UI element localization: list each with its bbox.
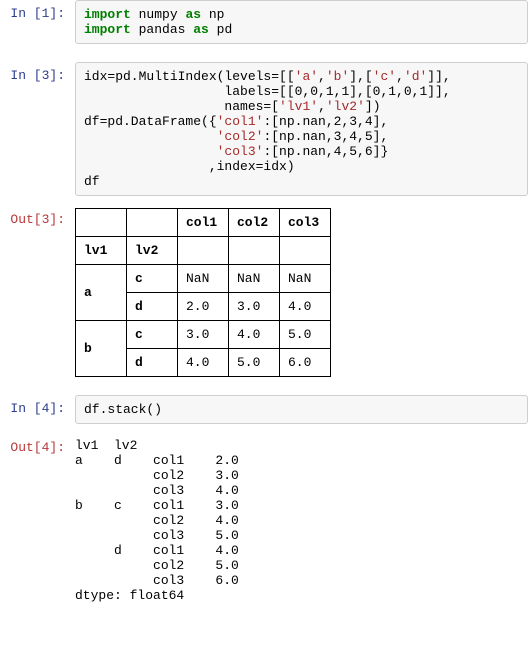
th-col1: col1 bbox=[178, 209, 229, 237]
code-frag: :[np.nan,2,3,4], bbox=[263, 114, 388, 129]
idx-lv2: d bbox=[127, 349, 178, 377]
cell-out-3-content: col1 col2 col3 lv1 lv2 a c NaN NaN NaN d… bbox=[75, 206, 528, 377]
code-frag: :[np.nan,3,4,5], bbox=[263, 129, 388, 144]
th-blank bbox=[178, 237, 229, 265]
code-frag: names=[ bbox=[84, 99, 279, 114]
cell-val: NaN bbox=[229, 265, 280, 293]
str: 'c' bbox=[373, 69, 396, 84]
code-frag: idx=pd.MultiIndex(levels=[[ bbox=[84, 69, 295, 84]
cell-val: 4.0 bbox=[178, 349, 229, 377]
code-frag: df bbox=[84, 174, 100, 189]
th-blank bbox=[127, 209, 178, 237]
cell-val: 6.0 bbox=[280, 349, 331, 377]
cell-in-3: In [3]: idx=pd.MultiIndex(levels=[['a','… bbox=[0, 62, 528, 196]
code-box-4[interactable]: df.stack() bbox=[75, 395, 528, 424]
code-box-1[interactable]: import numpy as np import pandas as pd bbox=[75, 0, 528, 44]
th-col2: col2 bbox=[229, 209, 280, 237]
str: 'd' bbox=[404, 69, 427, 84]
cell-out-4: Out[4]: lv1 lv2 a d col1 2.0 col2 3.0 co… bbox=[0, 434, 528, 603]
cell-in-3-content: idx=pd.MultiIndex(levels=[['a','b'],['c'… bbox=[75, 62, 528, 196]
th-lv2: lv2 bbox=[127, 237, 178, 265]
prompt-in-3: In [3]: bbox=[0, 62, 75, 83]
str: 'col3' bbox=[217, 144, 264, 159]
cell-val: 2.0 bbox=[178, 293, 229, 321]
mod-pandas: pandas bbox=[139, 22, 186, 37]
str: 'col1' bbox=[217, 114, 264, 129]
cell-in-1-content: import numpy as np import pandas as pd bbox=[75, 0, 528, 44]
code-frag: , bbox=[318, 99, 326, 114]
prompt-in-1: In [1]: bbox=[0, 0, 75, 21]
mod-numpy: numpy bbox=[139, 7, 178, 22]
table-row: col1 col2 col3 bbox=[76, 209, 331, 237]
keyword-as: as bbox=[193, 22, 209, 37]
idx-lv2: c bbox=[127, 265, 178, 293]
keyword-import: import bbox=[84, 22, 131, 37]
cell-val: NaN bbox=[280, 265, 331, 293]
cell-out-4-content: lv1 lv2 a d col1 2.0 col2 3.0 col3 4.0 b… bbox=[75, 434, 528, 603]
cell-val: 3.0 bbox=[229, 293, 280, 321]
str: 'b' bbox=[326, 69, 349, 84]
str: 'lv2' bbox=[326, 99, 365, 114]
prompt-in-4: In [4]: bbox=[0, 395, 75, 416]
cell-out-3: Out[3]: col1 col2 col3 lv1 lv2 a c NaN N bbox=[0, 206, 528, 377]
code-frag: df=pd.DataFrame({ bbox=[84, 114, 217, 129]
dataframe-table: col1 col2 col3 lv1 lv2 a c NaN NaN NaN d… bbox=[75, 208, 331, 377]
alias-np: np bbox=[209, 7, 225, 22]
code-frag: ,index=idx) bbox=[84, 159, 295, 174]
th-blank bbox=[76, 209, 127, 237]
keyword-import: import bbox=[84, 7, 131, 22]
code-frag: , bbox=[396, 69, 404, 84]
series-output: lv1 lv2 a d col1 2.0 col2 3.0 col3 4.0 b… bbox=[75, 434, 528, 603]
code-frag: ]], bbox=[427, 69, 450, 84]
th-col3: col3 bbox=[280, 209, 331, 237]
th-lv1: lv1 bbox=[76, 237, 127, 265]
code-frag: ]) bbox=[365, 99, 381, 114]
code-frag: :[np.nan,4,5,6]} bbox=[263, 144, 388, 159]
code-box-3[interactable]: idx=pd.MultiIndex(levels=[['a','b'],['c'… bbox=[75, 62, 528, 196]
keyword-as: as bbox=[185, 7, 201, 22]
idx-lv1: a bbox=[76, 265, 127, 321]
cell-val: 4.0 bbox=[229, 321, 280, 349]
prompt-out-4: Out[4]: bbox=[0, 434, 75, 455]
cell-val: 5.0 bbox=[229, 349, 280, 377]
code-frag bbox=[84, 144, 217, 159]
table-row: a c NaN NaN NaN bbox=[76, 265, 331, 293]
code-frag: ],[ bbox=[349, 69, 372, 84]
cell-val: 4.0 bbox=[280, 293, 331, 321]
cell-val: 5.0 bbox=[280, 321, 331, 349]
cell-val: NaN bbox=[178, 265, 229, 293]
str: 'col2' bbox=[217, 129, 264, 144]
idx-lv2: c bbox=[127, 321, 178, 349]
table-row: b c 3.0 4.0 5.0 bbox=[76, 321, 331, 349]
th-blank bbox=[229, 237, 280, 265]
prompt-out-3: Out[3]: bbox=[0, 206, 75, 227]
code-frag bbox=[84, 129, 217, 144]
code-frag: , bbox=[318, 69, 326, 84]
alias-pd: pd bbox=[217, 22, 233, 37]
str: 'lv1' bbox=[279, 99, 318, 114]
idx-lv1: b bbox=[76, 321, 127, 377]
cell-val: 3.0 bbox=[178, 321, 229, 349]
code-frag: labels=[[0,0,1,1],[0,1,0,1]], bbox=[84, 84, 451, 99]
str: 'a' bbox=[295, 69, 318, 84]
th-blank bbox=[280, 237, 331, 265]
cell-in-4: In [4]: df.stack() bbox=[0, 395, 528, 424]
idx-lv2: d bbox=[127, 293, 178, 321]
cell-in-1: In [1]: import numpy as np import pandas… bbox=[0, 0, 528, 44]
cell-in-4-content: df.stack() bbox=[75, 395, 528, 424]
code-line: df.stack() bbox=[84, 402, 162, 417]
table-row: lv1 lv2 bbox=[76, 237, 331, 265]
